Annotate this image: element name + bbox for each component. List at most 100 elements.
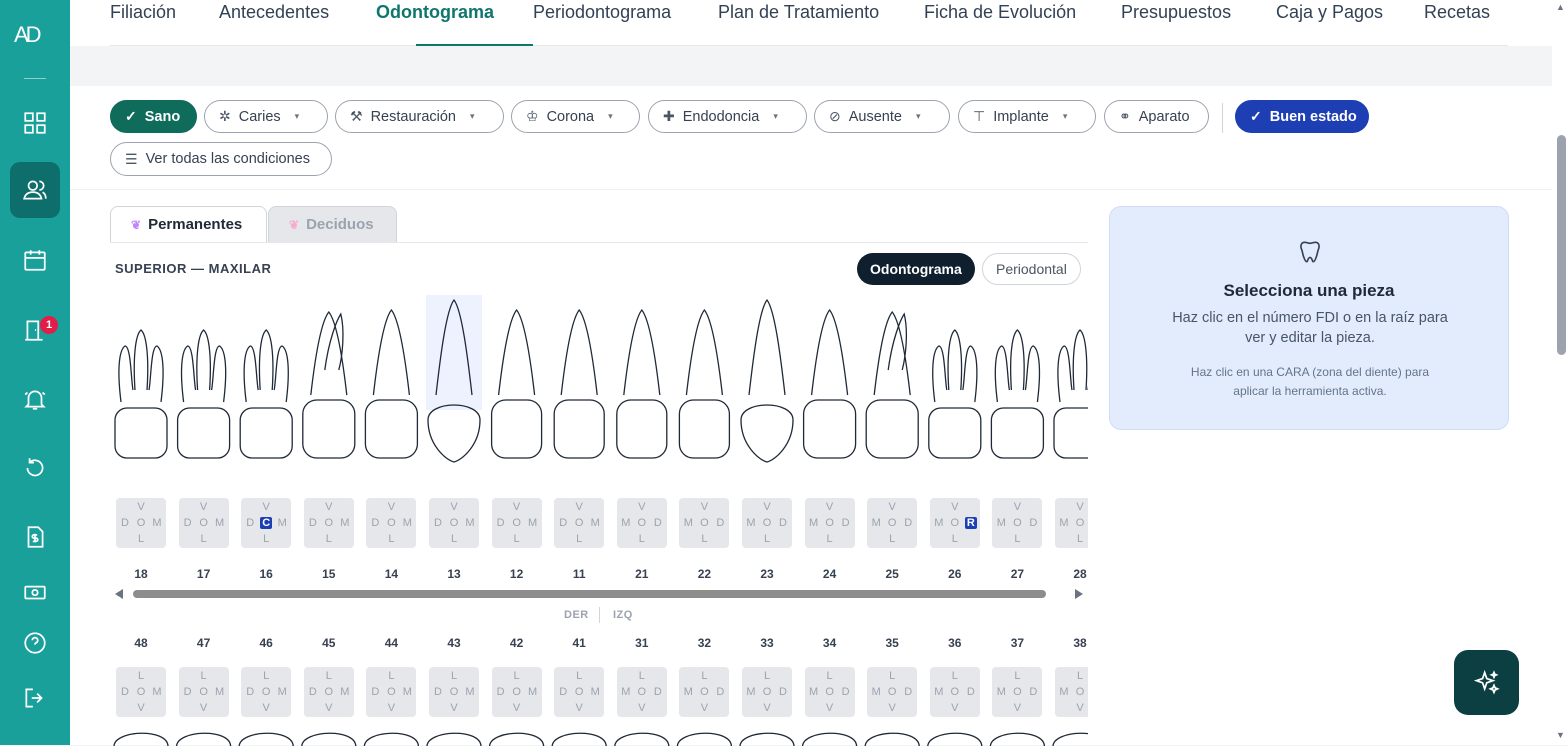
buen-estado-button[interactable]: ✓ Buen estado	[1235, 100, 1369, 133]
surface-top[interactable]: L	[511, 670, 523, 682]
surface-top[interactable]: V	[448, 501, 460, 513]
surface-top[interactable]: L	[573, 670, 585, 682]
surface-left[interactable]: M	[870, 517, 882, 529]
surface-left[interactable]: M	[745, 686, 757, 698]
surface-left[interactable]: D	[244, 686, 256, 698]
surface-left[interactable]: D	[119, 686, 131, 698]
lower-tooth-34[interactable]	[801, 732, 858, 746]
surface-right[interactable]: D	[1027, 517, 1039, 529]
surface-left[interactable]: D	[369, 517, 381, 529]
lower-tooth-48[interactable]	[113, 732, 169, 746]
surface-top[interactable]: V	[698, 501, 710, 513]
tooth-number-35[interactable]: 35	[867, 636, 917, 650]
surface-bottom[interactable]: L	[1074, 533, 1086, 545]
surface-left[interactable]: M	[933, 517, 945, 529]
tooth-number-16[interactable]: 16	[241, 567, 291, 581]
surface-left[interactable]: D	[119, 517, 131, 529]
surface-left[interactable]: M	[808, 517, 820, 529]
surface-center[interactable]: O	[636, 686, 648, 698]
calendar-icon[interactable]	[10, 232, 60, 288]
tab-recetas[interactable]: Recetas	[1424, 2, 1490, 23]
surface-center[interactable]: O	[824, 517, 836, 529]
surface-left[interactable]: D	[307, 686, 319, 698]
surface-right[interactable]: D	[777, 517, 789, 529]
surface-center[interactable]: O	[135, 686, 147, 698]
surface-left[interactable]: D	[495, 686, 507, 698]
surface-map-26[interactable]: VMORL	[929, 498, 980, 548]
lower-tooth-46[interactable]	[238, 732, 294, 746]
surface-map-34[interactable]: LMODV	[804, 667, 855, 717]
lower-tooth-35[interactable]	[864, 732, 920, 746]
surface-right[interactable]: M	[151, 517, 163, 529]
surface-left[interactable]: M	[933, 686, 945, 698]
billing-icon[interactable]	[10, 509, 60, 565]
lower-tooth-32[interactable]	[676, 732, 733, 746]
surface-bottom[interactable]: L	[260, 533, 272, 545]
surface-left[interactable]: M	[995, 686, 1007, 698]
surface-bottom[interactable]: V	[1011, 702, 1023, 714]
surface-map-33[interactable]: LMODV	[742, 667, 792, 717]
surface-map-11[interactable]: VDOML	[554, 498, 605, 548]
tooth-11[interactable]	[553, 308, 605, 459]
surface-map-27[interactable]: VMODL	[992, 498, 1043, 548]
tooth-number-32[interactable]: 32	[679, 636, 729, 650]
restauracion-button[interactable]: ⚒ Restauración ▾	[335, 100, 504, 133]
surface-top[interactable]: V	[886, 501, 898, 513]
surface-bottom[interactable]: V	[824, 702, 836, 714]
scroll-right-icon[interactable]	[1075, 589, 1083, 599]
surface-bottom[interactable]: V	[135, 702, 147, 714]
surface-left[interactable]: M	[870, 686, 882, 698]
tab-plan-tratamiento[interactable]: Plan de Tratamiento	[718, 2, 879, 23]
surface-right[interactable]: M	[214, 686, 226, 698]
surface-bottom[interactable]: L	[886, 533, 898, 545]
surface-center[interactable]: O	[511, 517, 523, 529]
surface-center[interactable]: O	[636, 517, 648, 529]
surface-top[interactable]: L	[886, 670, 898, 682]
lower-tooth-43[interactable]	[426, 732, 482, 746]
tooth-number-38[interactable]: 38	[1055, 636, 1088, 650]
surface-bottom[interactable]: V	[260, 702, 272, 714]
ausente-button[interactable]: ⊘ Ausente ▾	[814, 100, 950, 133]
surface-left[interactable]: M	[745, 517, 757, 529]
surface-center[interactable]: O	[698, 686, 710, 698]
surface-top[interactable]: L	[1011, 670, 1023, 682]
surface-map-47[interactable]: LDOMV	[178, 667, 229, 717]
tooth-number-33[interactable]: 33	[742, 636, 792, 650]
surface-top[interactable]: V	[1011, 501, 1023, 513]
lower-tooth-44[interactable]	[363, 732, 420, 746]
aparato-button[interactable]: ⚭ Aparato	[1104, 100, 1209, 133]
surface-center[interactable]: O	[448, 517, 460, 529]
surface-center[interactable]: O	[135, 517, 147, 529]
surface-bottom[interactable]: V	[761, 702, 773, 714]
surface-bottom[interactable]: V	[198, 702, 210, 714]
surface-right[interactable]: M	[151, 686, 163, 698]
lower-tooth-47[interactable]	[175, 732, 232, 746]
surface-right[interactable]: D	[777, 686, 789, 698]
tooth-number-26[interactable]: 26	[930, 567, 980, 581]
app-logo[interactable]: AD	[14, 22, 56, 56]
surface-map-46[interactable]: LDOMV	[241, 667, 292, 717]
surface-left[interactable]: M	[1058, 517, 1070, 529]
surface-right[interactable]: D	[652, 686, 664, 698]
surface-map-14[interactable]: VDOML	[366, 498, 417, 548]
surface-map-43[interactable]: LDOMV	[429, 667, 479, 717]
surface-top[interactable]: V	[573, 501, 585, 513]
tooth-number-15[interactable]: 15	[304, 567, 354, 581]
tab-odontograma[interactable]: Odontograma	[376, 2, 494, 23]
surface-right[interactable]: D	[840, 686, 852, 698]
surface-bottom[interactable]: L	[323, 533, 335, 545]
surface-top[interactable]: L	[198, 670, 210, 682]
vertical-scroll-thumb[interactable]	[1557, 135, 1566, 355]
surface-bottom[interactable]: L	[198, 533, 210, 545]
tooth-number-21[interactable]: 21	[617, 567, 667, 581]
surface-map-38[interactable]: LMODV	[1055, 667, 1088, 717]
surface-bottom[interactable]: L	[573, 533, 585, 545]
surface-center[interactable]: O	[1074, 517, 1086, 529]
tooth-number-43[interactable]: 43	[429, 636, 479, 650]
surface-left[interactable]: M	[682, 686, 694, 698]
surface-center[interactable]: O	[260, 686, 272, 698]
dashboard-icon[interactable]	[10, 95, 60, 151]
surface-map-22[interactable]: VMODL	[679, 498, 730, 548]
surface-right[interactable]: M	[589, 517, 601, 529]
surface-map-28[interactable]: VMODL	[1055, 498, 1088, 548]
